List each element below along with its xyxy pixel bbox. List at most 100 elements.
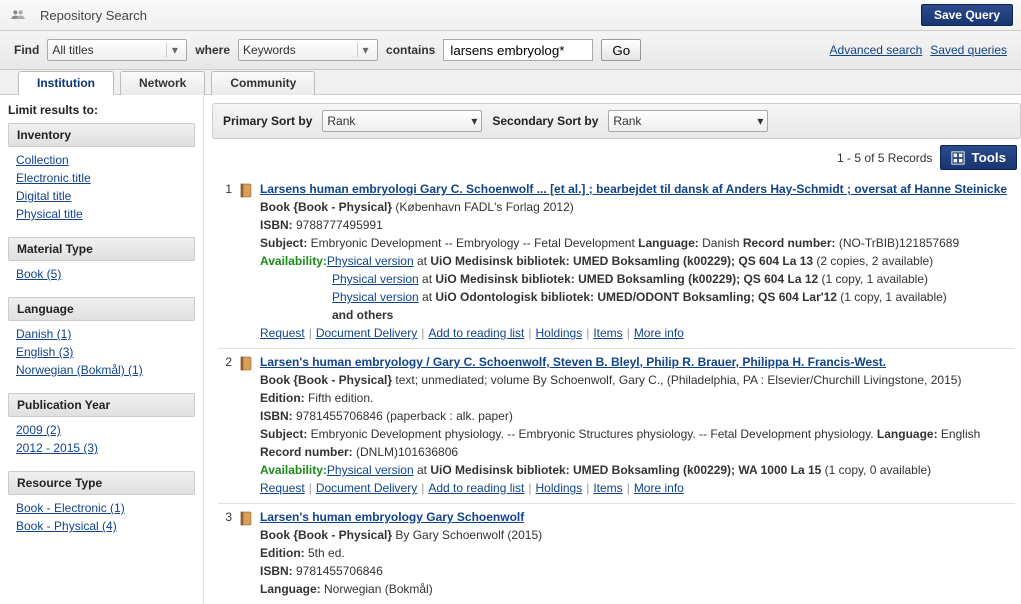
result-item: 1 Larsens human embryologi Gary C. Schoen…: [218, 176, 1015, 348]
scope-tabs: Institution Network Community: [0, 70, 1021, 95]
where-label: where: [195, 43, 230, 57]
facet-link[interactable]: Collection: [16, 153, 187, 167]
facet-link[interactable]: Book - Electronic (1): [16, 501, 187, 515]
go-button[interactable]: Go: [601, 39, 641, 61]
availability-line: Physical version at UiO Medisinsk biblio…: [332, 270, 1015, 288]
availability-line: Availability:Physical version at UiO Med…: [260, 461, 1015, 479]
availability-label: Availability:: [260, 254, 327, 268]
physical-version-link[interactable]: Physical version: [327, 254, 414, 268]
availability-line: Physical version at UiO Odontologisk bib…: [332, 288, 1015, 306]
result-meta-line: ISBN: 9781455706846: [260, 562, 1015, 580]
facet-link[interactable]: Physical title: [16, 207, 187, 221]
action-more[interactable]: More info: [634, 326, 684, 340]
result-type-line: Book {Book - Physical} (København FADL's…: [260, 198, 1015, 216]
limit-heading: Limit results to:: [8, 103, 195, 117]
facet-link[interactable]: 2012 - 2015 (3): [16, 441, 187, 455]
secondary-sort-select[interactable]: Rank▾: [608, 110, 768, 132]
physical-version-link[interactable]: Physical version: [332, 272, 419, 286]
action-items[interactable]: Items: [593, 326, 622, 340]
tab-network[interactable]: Network: [120, 71, 205, 95]
saved-queries-link[interactable]: Saved queries: [930, 43, 1007, 57]
action-items[interactable]: Items: [593, 481, 622, 495]
action-docdel[interactable]: Document Delivery: [316, 326, 417, 340]
action-reading[interactable]: Add to reading list: [428, 481, 524, 495]
facet-heading: Inventory: [8, 123, 195, 147]
availability-label: Availability:: [260, 463, 327, 477]
search-input[interactable]: [443, 39, 593, 61]
primary-sort-label: Primary Sort by: [223, 114, 312, 128]
facet-body: Collection Electronic title Digital title P…: [8, 147, 195, 227]
main-area: Limit results to: Inventory Collection Ele…: [0, 95, 1021, 604]
facet-group: Material TypeBook (5): [8, 237, 195, 287]
and-others: and others: [332, 306, 1015, 324]
search-bar: Find All titles▾ where Keywords▾ contain…: [0, 31, 1021, 70]
result-meta-line: Subject: Embryonic Development physiolog…: [260, 425, 1015, 443]
result-body: Larsen's human embryology / Gary C. Scho…: [260, 353, 1015, 497]
save-query-button[interactable]: Save Query: [921, 4, 1013, 26]
facet-heading: Publication Year: [8, 393, 195, 417]
facet-link[interactable]: Book - Physical (4): [16, 519, 187, 533]
primary-sort-select[interactable]: Rank▾: [322, 110, 482, 132]
page-title: Repository Search: [40, 8, 921, 23]
result-number: 1: [218, 180, 232, 342]
facet-link[interactable]: Digital title: [16, 189, 187, 203]
facet-link[interactable]: English (3): [16, 345, 187, 359]
facet-link[interactable]: 2009 (2): [16, 423, 187, 437]
tools-button[interactable]: Tools: [940, 145, 1017, 170]
top-bar: Repository Search Save Query: [0, 0, 1021, 31]
sort-bar: Primary Sort by Rank▾ Secondary Sort by …: [212, 103, 1021, 139]
result-meta-line: ISBN: 9788777495991: [260, 216, 1015, 234]
facet-heading: Resource Type: [8, 471, 195, 495]
action-request[interactable]: Request: [260, 326, 305, 340]
secondary-sort-label: Secondary Sort by: [492, 114, 598, 128]
result-title-link[interactable]: Larsen's human embryology Gary Schoenwol…: [260, 510, 524, 524]
result-title-link[interactable]: Larsen's human embryology / Gary C. Scho…: [260, 355, 886, 369]
facet-link[interactable]: Electronic title: [16, 171, 187, 185]
result-meta-line: Subject: Embryonic Development -- Embryo…: [260, 234, 1015, 252]
result-actions: Request|Document Delivery|Add to reading…: [260, 479, 1015, 497]
tab-institution[interactable]: Institution: [18, 71, 114, 95]
tools-icon: [951, 151, 965, 165]
facet-group: LanguageDanish (1)English (3)Norwegian (…: [8, 297, 195, 383]
results-list: 1 Larsens human embryologi Gary C. Schoen…: [212, 176, 1021, 604]
action-request[interactable]: Request: [260, 481, 305, 495]
physical-version-link[interactable]: Physical version: [327, 463, 414, 477]
find-scope-select[interactable]: All titles▾: [47, 39, 187, 61]
result-type-line: Book {Book - Physical} By Gary Schoenwol…: [260, 526, 1015, 544]
facet-body: Danish (1) English (3) Norwegian (Bokmål) …: [8, 321, 195, 383]
facet-link[interactable]: Book (5): [16, 267, 187, 281]
facet-group: Inventory Collection Electronic title Digit…: [8, 123, 195, 227]
result-meta-line: Record number: (DNLM)101636806: [260, 443, 1015, 461]
facet-body: Book - Electronic (1) Book - Physical (4): [8, 495, 195, 539]
facet-body: 2009 (2) 2012 - 2015 (3): [8, 417, 195, 461]
tab-community[interactable]: Community: [211, 71, 315, 95]
action-reading[interactable]: Add to reading list: [428, 326, 524, 340]
facet-link[interactable]: Danish (1): [16, 327, 187, 341]
where-field-select[interactable]: Keywords▾: [238, 39, 378, 61]
records-toolbar: 1 - 5 of 5 Records Tools: [212, 139, 1021, 176]
availability-line: Availability:Physical version at UiO Med…: [260, 252, 1015, 270]
action-holdings[interactable]: Holdings: [536, 481, 583, 495]
result-type-line: Book {Book - Physical} text; unmediated;…: [260, 371, 1015, 389]
records-count: 1 - 5 of 5 Records: [216, 151, 940, 165]
facets-sidebar: Limit results to: Inventory Collection Ele…: [0, 95, 204, 604]
result-number: 2: [218, 353, 232, 497]
action-holdings[interactable]: Holdings: [536, 326, 583, 340]
users-icon: [8, 7, 28, 23]
action-more[interactable]: More info: [634, 481, 684, 495]
action-docdel[interactable]: Document Delivery: [316, 481, 417, 495]
result-title-link[interactable]: Larsens human embryologi Gary C. Schoenw…: [260, 182, 1007, 196]
facet-link[interactable]: Norwegian (Bokmål) (1): [16, 363, 187, 377]
results-panel: Primary Sort by Rank▾ Secondary Sort by …: [204, 95, 1021, 604]
result-item: 3 Larsen's human embryology Gary Schoenwo…: [218, 503, 1015, 604]
result-meta-line: Edition: Fifth edition.: [260, 389, 1015, 407]
book-icon: [238, 508, 254, 598]
result-number: 3: [218, 508, 232, 598]
physical-version-link[interactable]: Physical version: [332, 290, 419, 304]
chevron-down-icon: ▾: [757, 114, 763, 128]
result-meta-line: Language: Norwegian (Bokmål): [260, 580, 1015, 598]
chevron-down-icon: ▾: [471, 114, 477, 128]
book-icon: [238, 180, 254, 342]
facet-body: Book (5): [8, 261, 195, 287]
advanced-search-link[interactable]: Advanced search: [830, 43, 923, 57]
